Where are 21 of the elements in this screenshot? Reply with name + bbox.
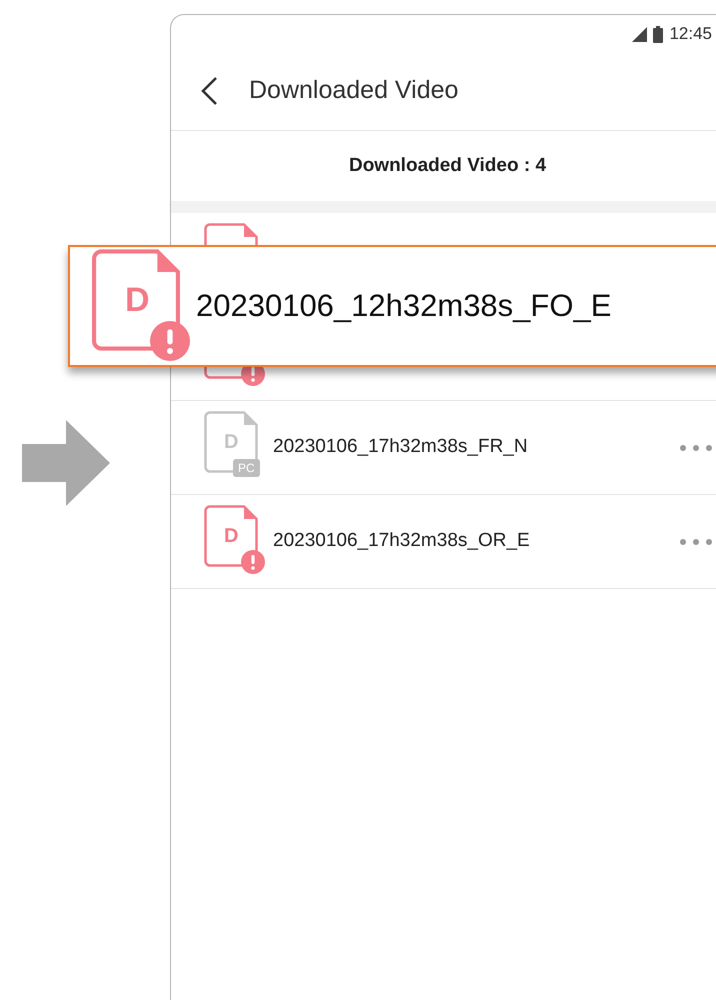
icon-letter: D (224, 432, 238, 452)
document-icon (204, 410, 258, 472)
more-icon (680, 538, 712, 544)
file-row[interactable]: D PC 20230106_17h32m38s_FR_N (171, 401, 716, 495)
pc-badge: PC (233, 458, 260, 476)
icon-letter: D (125, 283, 150, 317)
file-name: 20230106_17h32m38s_FR_N (273, 435, 528, 460)
document-icon (90, 249, 182, 351)
video-count: Downloaded Video : 4 (348, 154, 546, 178)
status-time: 12:45 (669, 23, 712, 46)
arrow-right-icon (22, 420, 110, 506)
back-icon (200, 76, 218, 106)
icon-letter: D (224, 526, 238, 546)
file-name: 20230106_17h32m38s_OR_E (273, 529, 530, 554)
page-title: Downloaded Video (249, 74, 458, 106)
document-icon (204, 504, 258, 566)
file-name: 20230106_12h32m38s_FO_E (196, 286, 612, 325)
signal-icon (631, 26, 648, 42)
file-row[interactable]: D 20230106_17h32m38s_OR_E (171, 495, 716, 589)
more-icon (680, 444, 712, 450)
battery-icon (653, 26, 664, 42)
